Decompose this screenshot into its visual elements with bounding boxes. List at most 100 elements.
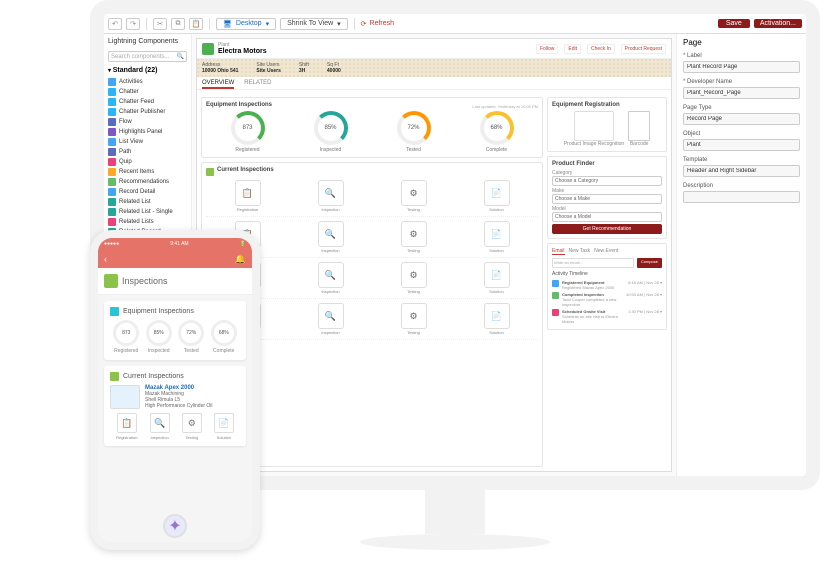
category-select[interactable]: Choose a Category — [552, 176, 662, 186]
copy-button[interactable]: ⧉ — [171, 18, 185, 30]
phone-current-card: Current Inspections Mazak Apex 2000 Maza… — [104, 366, 246, 446]
refresh-icon: ⟳ — [361, 20, 367, 28]
inspection-action[interactable]: 📄Solution — [484, 303, 510, 335]
inspection-action[interactable]: 🔍Inspection — [318, 303, 344, 335]
phone-action[interactable]: ⚙Testing — [182, 413, 202, 440]
component-item[interactable]: Chatter Publisher — [104, 107, 191, 117]
phone-equipment-card: Equipment Inspections 873Registered85%In… — [104, 301, 246, 360]
component-item[interactable]: Activities — [104, 77, 191, 87]
activation-button[interactable]: Activation... — [754, 19, 802, 28]
donut-metric: 72%Tested — [178, 320, 204, 354]
inspection-action[interactable]: ⚙Testing — [401, 221, 427, 253]
refresh-button[interactable]: ⟳ Refresh — [361, 20, 394, 28]
tab-email[interactable]: Email — [552, 248, 565, 255]
tab-new-task[interactable]: New Task — [569, 248, 591, 255]
product-image-button[interactable] — [574, 111, 614, 141]
property-input[interactable] — [683, 61, 800, 73]
header-action[interactable]: Edit — [564, 44, 581, 54]
component-item[interactable]: Related List - Single — [104, 207, 191, 217]
component-icon — [108, 128, 116, 136]
battery-icon: 🔋 — [240, 241, 246, 247]
phone-status-bar: ●●●●● 9:41 AM 🔋 — [98, 238, 252, 250]
search-input[interactable]: Search components... 🔍 — [108, 51, 187, 62]
inspection-action[interactable]: 🔍Inspection — [318, 180, 344, 212]
component-icon — [108, 158, 116, 166]
tab-overview[interactable]: OVERVIEW — [202, 80, 234, 89]
component-item[interactable]: List View — [104, 137, 191, 147]
property-field: Object — [683, 131, 800, 151]
phone-action[interactable]: 📄Solution — [214, 413, 234, 440]
model-select[interactable]: Choose a Model — [552, 212, 662, 222]
property-input[interactable] — [683, 165, 800, 177]
timeline-item[interactable]: Scheduled Onsite VisitSchedule on-site v… — [552, 308, 662, 325]
component-item[interactable]: Chatter Feed — [104, 97, 191, 107]
inspection-action[interactable]: 📄Solution — [484, 180, 510, 212]
phone-action[interactable]: 🔍Inspection — [150, 413, 170, 440]
component-item[interactable]: Chatter — [104, 87, 191, 97]
timeline-item[interactable]: Completed InspectionTodd Cooper complete… — [552, 291, 662, 308]
inspection-action[interactable]: ⚙Testing — [401, 262, 427, 294]
monitor-stand — [425, 490, 485, 534]
inspection-action[interactable]: 📋Registration — [235, 180, 261, 212]
tab-related[interactable]: RELATED — [244, 80, 271, 89]
component-item[interactable]: Quip — [104, 157, 191, 167]
component-icon — [108, 98, 116, 106]
barcode-button[interactable] — [628, 111, 650, 141]
home-button[interactable]: ✦ — [163, 514, 187, 538]
compose-button[interactable]: Compose — [637, 258, 662, 268]
donut-metric: 72%Tested — [397, 111, 431, 153]
component-item[interactable]: Flow — [104, 117, 191, 127]
component-item[interactable]: Recommendations — [104, 177, 191, 187]
timeline-item[interactable]: Registered EquipmentRegistered Mazak Ape… — [552, 279, 662, 291]
section-header[interactable]: Standard (22) — [104, 64, 191, 77]
inspections-icon — [104, 274, 118, 288]
inspection-action[interactable]: ⚙Testing — [401, 180, 427, 212]
inspection-action[interactable]: 📄Solution — [484, 221, 510, 253]
plant-icon — [202, 43, 214, 55]
save-button[interactable]: Save — [718, 19, 750, 28]
component-item[interactable]: Path — [104, 147, 191, 157]
component-icon — [108, 218, 116, 226]
bell-icon[interactable]: 🔔 — [235, 254, 246, 265]
component-item[interactable]: Recent Items — [104, 167, 191, 177]
cut-button[interactable]: ✂ — [153, 18, 167, 30]
zoom-dropdown[interactable]: Shrink To View ▾ — [280, 18, 348, 30]
component-item[interactable]: Related Lists — [104, 217, 191, 227]
back-icon[interactable]: ‹ — [104, 254, 107, 264]
tab-new-event[interactable]: New Event — [594, 248, 618, 255]
component-item[interactable]: Highlights Panel — [104, 127, 191, 137]
donut-metric: 85%Inspected — [314, 111, 348, 153]
property-input[interactable] — [683, 113, 800, 125]
make-select[interactable]: Choose a Make — [552, 194, 662, 204]
property-input[interactable] — [683, 191, 800, 203]
component-icon — [108, 148, 116, 156]
search-icon: 🔍 — [177, 53, 184, 60]
device-dropdown[interactable]: 🖥 Desktop ▾ — [216, 18, 276, 30]
component-item[interactable]: Record Detail — [104, 187, 191, 197]
property-input[interactable] — [683, 87, 800, 99]
meta-field: Shift3H — [299, 62, 309, 74]
inspection-item[interactable]: Mazak Apex 2000 Mazak Machining Shell Ri… — [110, 385, 240, 409]
phone-action[interactable]: 📋Registration — [116, 413, 137, 440]
property-input[interactable] — [683, 139, 800, 151]
equipment-registration-card: Equipment Registration Product Image Rec… — [547, 97, 667, 152]
header-action[interactable]: Follow — [536, 44, 558, 54]
component-icon — [108, 198, 116, 206]
undo-button[interactable]: ↶ — [108, 18, 122, 30]
inspection-action[interactable]: 🔍Inspection — [318, 221, 344, 253]
component-item[interactable]: Related List — [104, 197, 191, 207]
redo-button[interactable]: ↷ — [126, 18, 140, 30]
panel-title: Page — [683, 38, 800, 47]
paste-button[interactable]: 📋 — [189, 18, 203, 30]
panel-title: Lightning Components — [104, 34, 191, 49]
inspection-action[interactable]: 🔍Inspection — [318, 262, 344, 294]
recommendation-button[interactable]: Get Recommendation — [552, 224, 662, 234]
inspection-action[interactable]: 📄Solution — [484, 262, 510, 294]
email-input[interactable]: Write an email... — [552, 258, 634, 268]
header-action[interactable]: Product Request — [621, 44, 666, 54]
header-action[interactable]: Check In — [587, 44, 615, 54]
inspection-action[interactable]: ⚙Testing — [401, 303, 427, 335]
component-icon — [108, 88, 116, 96]
component-icon — [108, 178, 116, 186]
inspections-icon — [206, 168, 214, 176]
